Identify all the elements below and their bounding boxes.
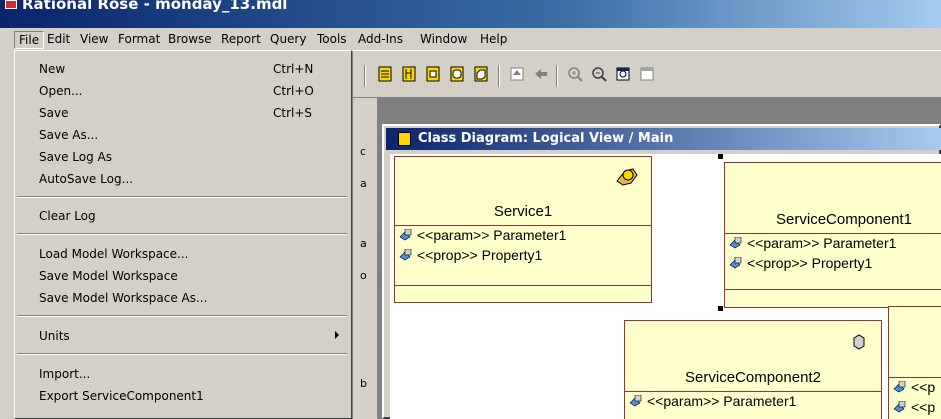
class-service1[interactable]: Service1 <<param>> Parameter1 <<prop>> P…	[394, 156, 652, 303]
class-diagram-window: Class Diagram: Logical View / Main Servi…	[382, 124, 941, 419]
file-menu-dropdown: New Ctrl+N Open... Ctrl+O Save Ctrl+S Save …	[14, 50, 352, 419]
component-stereotype-icon	[853, 334, 865, 350]
browse-deployment-diagram-icon[interactable]	[472, 65, 490, 83]
menu-separator	[17, 353, 347, 355]
class-divider	[395, 225, 651, 226]
menu-file[interactable]: File	[14, 31, 45, 49]
undo-fit-icon[interactable]	[638, 65, 656, 83]
protected-attribute-icon	[893, 381, 906, 393]
zoom-out-icon[interactable]	[590, 65, 608, 83]
menu-item-save-log-as[interactable]: Save Log As	[15, 147, 349, 169]
menu-help[interactable]: Help	[476, 31, 511, 49]
class-name: ServiceComponent1	[776, 211, 912, 228]
menu-window[interactable]: Window	[416, 31, 471, 49]
menu-format[interactable]: Format	[114, 31, 164, 49]
diagram-toolbox: c a a o b	[352, 98, 378, 419]
diagram-titlebar[interactable]: Class Diagram: Logical View / Main	[386, 128, 941, 150]
class-divider	[725, 233, 941, 234]
left-frame	[0, 50, 14, 419]
browse-state-diagram-icon[interactable]	[448, 65, 466, 83]
menu-item-autosave-log[interactable]: AutoSave Log...	[15, 169, 349, 191]
menu-item-open[interactable]: Open... Ctrl+O	[15, 81, 349, 103]
menu-query[interactable]: Query	[266, 31, 310, 49]
menu-separator	[17, 233, 347, 235]
menu-item-clear-log[interactable]: Clear Log	[15, 206, 349, 228]
package-tool-icon[interactable]: b	[360, 378, 372, 390]
class-attribute: <<param>> Parameter1	[629, 393, 796, 409]
protected-attribute-icon	[629, 395, 642, 407]
submenu-arrow-icon	[335, 331, 339, 339]
service-stereotype-icon	[616, 168, 638, 186]
fit-in-window-icon[interactable]	[614, 65, 632, 83]
menubar: File Edit View Format Browse Report Quer…	[0, 28, 941, 50]
class-attribute: <<param>> Parameter1	[729, 235, 896, 251]
protected-attribute-icon	[399, 229, 412, 241]
class-servicecomponent1[interactable]: ServiceComponent1 <<param>> Parameter1 <…	[724, 162, 941, 308]
menu-item-export[interactable]: Export ServiceComponent1	[15, 386, 349, 408]
selection-handle[interactable]	[718, 154, 723, 159]
app-titlebar: Rational Rose - monday_13.mdl	[0, 0, 941, 28]
protected-attribute-icon	[399, 249, 412, 261]
class-name: ServiceComponent2	[685, 369, 821, 386]
interface-tool-icon[interactable]: o	[360, 270, 372, 282]
class-divider	[395, 285, 651, 286]
app-title: Rational Rose - monday_13.mdl	[22, 0, 288, 13]
class-divider	[889, 377, 941, 378]
selection-handle[interactable]	[718, 306, 723, 311]
browse-parent-icon[interactable]	[508, 65, 526, 83]
selection-tool-icon[interactable]: c	[360, 146, 372, 158]
class-divider	[625, 391, 881, 392]
menu-tools[interactable]: Tools	[313, 31, 351, 49]
rose-app-icon	[5, 0, 17, 9]
toolbar-separator	[364, 65, 366, 87]
menu-browse[interactable]: Browse	[164, 31, 216, 49]
class-attribute: <<prop>> Property1	[399, 247, 542, 263]
diagram-canvas[interactable]: Service1 <<param>> Parameter1 <<prop>> P…	[390, 154, 941, 419]
menu-separator	[17, 196, 347, 198]
menu-item-load-model-workspace[interactable]: Load Model Workspace...	[15, 244, 349, 266]
menu-item-new[interactable]: New Ctrl+N	[15, 59, 349, 81]
class-servicecomponent2[interactable]: ServiceComponent2 <<param>> Parameter1	[624, 320, 882, 419]
toolbar-separator	[556, 65, 558, 87]
menu-view[interactable]: View	[76, 31, 112, 49]
browse-interaction-diagram-icon[interactable]	[400, 65, 418, 83]
browse-component-diagram-icon[interactable]	[424, 65, 442, 83]
menu-item-import[interactable]: Import...	[15, 364, 349, 386]
class-attribute: <<param>> Parameter1	[399, 227, 566, 243]
menu-edit[interactable]: Edit	[43, 31, 74, 49]
back-arrow-icon[interactable]	[532, 65, 550, 83]
class-divider	[725, 289, 941, 290]
class-attribute: <<p	[893, 379, 935, 395]
browse-class-diagram-icon[interactable]	[376, 65, 394, 83]
text-tool-icon[interactable]: a	[360, 178, 372, 190]
menu-item-save-model-workspace[interactable]: Save Model Workspace	[15, 266, 349, 288]
menu-item-save[interactable]: Save Ctrl+S	[15, 103, 349, 125]
zoom-in-icon[interactable]	[566, 65, 584, 83]
menu-item-units[interactable]: Units	[15, 326, 349, 348]
class-partial[interactable]: <<p <<p	[888, 306, 941, 419]
toolbar-separator	[498, 65, 500, 87]
menu-report[interactable]: Report	[217, 31, 265, 49]
class-diagram-icon	[398, 132, 411, 146]
protected-attribute-icon	[729, 257, 742, 269]
diagram-title: Class Diagram: Logical View / Main	[418, 131, 674, 146]
menu-separator	[17, 315, 347, 317]
menu-add-ins[interactable]: Add-Ins	[354, 31, 407, 49]
menu-item-save-model-workspace-as[interactable]: Save Model Workspace As...	[15, 288, 349, 310]
protected-attribute-icon	[893, 401, 906, 413]
protected-attribute-icon	[729, 237, 742, 249]
standard-toolbar	[352, 50, 941, 98]
class-name: Service1	[493, 203, 553, 220]
class-attribute: <<prop>> Property1	[729, 255, 872, 271]
class-attribute: <<p	[893, 399, 935, 415]
class-tool-icon[interactable]: a	[360, 238, 372, 250]
menu-item-save-as[interactable]: Save As...	[15, 125, 349, 147]
